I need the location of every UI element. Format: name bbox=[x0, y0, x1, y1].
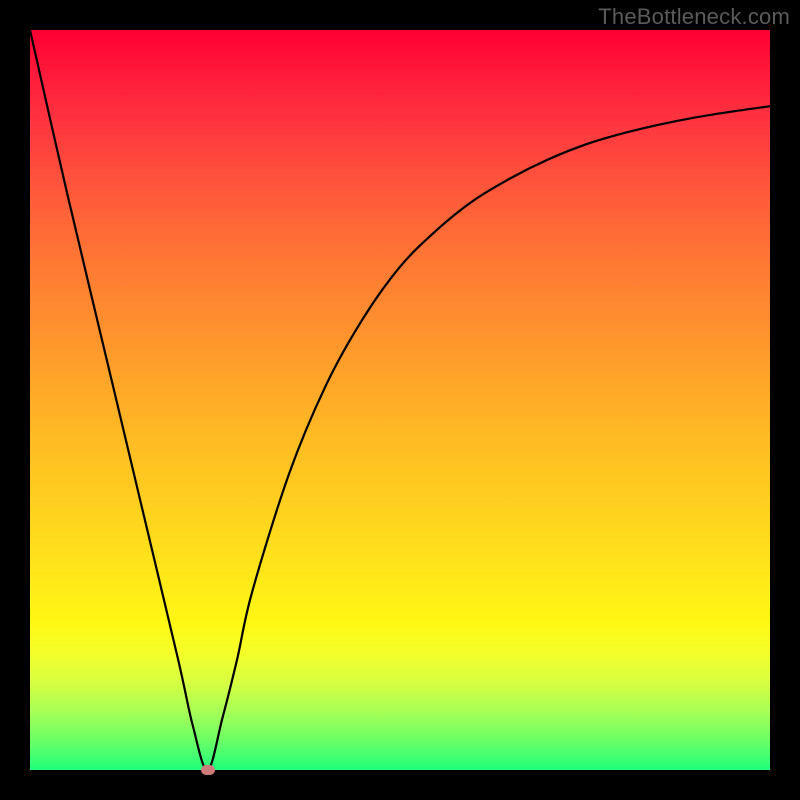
plot-area bbox=[30, 30, 770, 770]
optimum-marker bbox=[201, 765, 215, 775]
bottleneck-curve bbox=[30, 30, 770, 770]
chart-frame: TheBottleneck.com bbox=[0, 0, 800, 800]
watermark-text: TheBottleneck.com bbox=[598, 4, 790, 30]
